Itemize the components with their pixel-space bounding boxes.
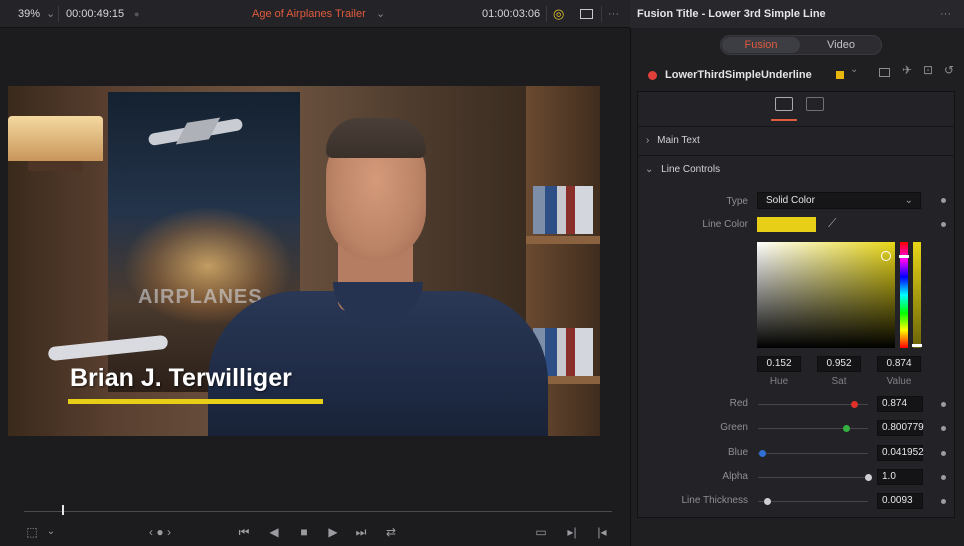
- lamp-base: [28, 161, 83, 171]
- sat-label: Sat: [831, 376, 847, 387]
- keyframe-icon[interactable]: [941, 499, 946, 504]
- slider-label-red: Red: [729, 398, 748, 409]
- scrubber-track[interactable]: [24, 511, 612, 512]
- slider-track[interactable]: [758, 428, 868, 429]
- color-picker-cursor[interactable]: [881, 251, 891, 261]
- slider-knob[interactable]: [864, 474, 872, 481]
- value-slider-handle[interactable]: [912, 344, 922, 347]
- value-label: Value: [886, 376, 912, 387]
- skip-to-start-icon[interactable]: ⏮: [234, 520, 254, 544]
- versions-icon[interactable]: [879, 68, 890, 77]
- tab-fusion[interactable]: Fusion: [722, 37, 800, 53]
- node-enable-toggle[interactable]: [648, 71, 657, 80]
- viewer-options-icon[interactable]: ⬚: [22, 520, 42, 544]
- timeline-dropdown-icon[interactable]: ⌄: [376, 0, 385, 28]
- record-timecode[interactable]: 01:00:03:06: [482, 0, 540, 28]
- keyframe-icon[interactable]: [941, 451, 946, 456]
- lamp-shade: [8, 116, 103, 161]
- keyframe-icon[interactable]: [941, 426, 946, 431]
- hue-input[interactable]: 0.152: [757, 356, 801, 372]
- prev-edit-icon[interactable]: |◂: [592, 520, 612, 544]
- inspector-title: Fusion Title - Lower 3rd Simple Line: [637, 8, 826, 20]
- keyframe-icon[interactable]: [941, 402, 946, 407]
- divider: [601, 6, 602, 22]
- color-picker-field[interactable]: [757, 242, 895, 348]
- keyframe-tab-icon[interactable]: [806, 97, 824, 111]
- hue-slider-handle[interactable]: [899, 255, 909, 258]
- divider: [546, 6, 547, 22]
- line-color-label: Line Color: [702, 219, 748, 230]
- marker-dot-icon: ●: [134, 9, 140, 19]
- type-value: Solid Color: [766, 195, 815, 206]
- slider-track[interactable]: [758, 477, 868, 478]
- slider-label-alpha: Alpha: [722, 471, 748, 482]
- books: [533, 186, 593, 234]
- chevron-right-icon: ›: [646, 135, 650, 146]
- slider-value-input[interactable]: 1.0: [877, 469, 923, 485]
- playhead[interactable]: [62, 505, 65, 515]
- slider-track[interactable]: [758, 453, 868, 454]
- tab-video[interactable]: Video: [802, 37, 880, 53]
- color-wheel-icon[interactable]: ◎: [553, 0, 564, 28]
- zoom-level[interactable]: 39%: [18, 0, 40, 28]
- section-main-text[interactable]: › Main Text: [638, 126, 954, 154]
- slider-label-line-thickness: Line Thickness: [681, 495, 748, 506]
- play-reverse-icon[interactable]: ◀: [264, 520, 284, 544]
- slider-label-green: Green: [720, 422, 748, 433]
- hue-label: Hue: [769, 376, 789, 387]
- shelf-board: [526, 236, 600, 244]
- presenter-hair: [326, 118, 426, 158]
- slider-value-input[interactable]: 0.800779: [877, 420, 924, 436]
- chevron-down-icon[interactable]: ⌄: [850, 64, 858, 75]
- zoom-dropdown-icon[interactable]: ⌄: [46, 0, 55, 28]
- viewer-mode-icon[interactable]: [580, 9, 593, 19]
- slider-value-input[interactable]: 0.874: [877, 396, 923, 412]
- eyedropper-icon[interactable]: ⟋: [828, 216, 836, 231]
- more-options-icon[interactable]: ···: [608, 0, 619, 28]
- node-color-chip[interactable]: [836, 71, 844, 79]
- chevron-down-icon: ⌄: [645, 164, 654, 175]
- line-color-swatch[interactable]: [757, 217, 816, 232]
- timeline-title[interactable]: Age of Airplanes Trailer: [252, 0, 366, 28]
- type-dropdown[interactable]: Solid Color ⌄: [757, 192, 921, 209]
- node-name: LowerThirdSimpleUnderline: [665, 69, 812, 81]
- jog-icon[interactable]: ‹ ● ›: [140, 520, 180, 544]
- match-frame-icon[interactable]: ▭: [531, 520, 551, 544]
- source-timecode[interactable]: 00:00:49:15: [66, 0, 124, 28]
- skip-to-end-icon[interactable]: ⏭: [351, 520, 371, 544]
- keyframe-icon[interactable]: [941, 198, 946, 203]
- divider: [58, 6, 59, 22]
- reset-icon[interactable]: ↺: [944, 63, 954, 77]
- stop-icon[interactable]: ■: [294, 520, 314, 544]
- slider-value-input[interactable]: 0.0093: [877, 493, 923, 509]
- video-frame: AIRPLANES Brian J. Terwilliger: [8, 86, 600, 436]
- keyframe-icon[interactable]: [941, 475, 946, 480]
- keyframe-icon[interactable]: [941, 222, 946, 227]
- pin-icon[interactable]: ✈: [902, 63, 912, 77]
- slider-track[interactable]: [758, 501, 868, 502]
- poster-title: AIRPLANES: [138, 286, 263, 308]
- section-label: Line Controls: [661, 164, 721, 175]
- next-edit-icon[interactable]: ▸|: [562, 520, 582, 544]
- active-tab-indicator: [771, 119, 797, 121]
- lower-third-underline: [68, 399, 323, 404]
- lock-icon[interactable]: ⊡: [923, 63, 933, 77]
- type-label: Type: [726, 196, 748, 207]
- settings-tab-icon[interactable]: [775, 97, 793, 111]
- chevron-down-icon: ⌄: [904, 195, 913, 206]
- slider-knob[interactable]: [842, 425, 850, 432]
- chevron-down-icon[interactable]: ⌄: [44, 520, 58, 544]
- slider-knob[interactable]: [850, 401, 858, 408]
- section-label: Main Text: [657, 135, 700, 146]
- section-line-controls[interactable]: ⌄ Line Controls: [638, 155, 954, 183]
- sat-input[interactable]: 0.952: [817, 356, 861, 372]
- slider-label-blue: Blue: [727, 447, 748, 458]
- lower-third-name: Brian J. Terwilliger: [70, 364, 292, 392]
- inspector-options-icon[interactable]: ···: [940, 0, 951, 28]
- value-input[interactable]: 0.874: [877, 356, 921, 372]
- value-slider[interactable]: [913, 242, 921, 348]
- play-icon[interactable]: ▶: [323, 520, 343, 544]
- loop-icon[interactable]: ⇄: [381, 520, 401, 544]
- slider-value-input[interactable]: 0.041952: [877, 445, 924, 461]
